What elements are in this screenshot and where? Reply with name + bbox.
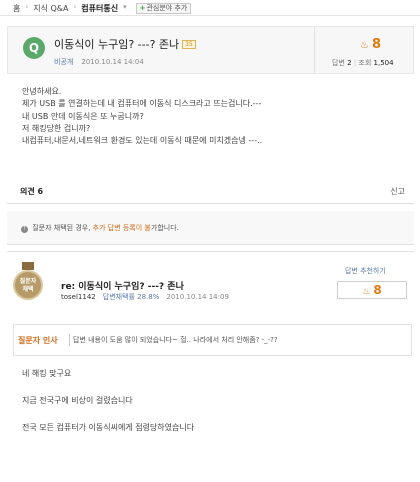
answer-adoption-rate: 답변채택률 28.8% — [102, 293, 160, 301]
question-score-value: 8 — [371, 37, 382, 52]
breadcrumb-qa[interactable]: 지식 Q&A — [33, 3, 68, 14]
asker-comment-text: 답변 내용이 도움 많이 되었습니다~ 헐.. 나라에서 처리 안해줌? -_-… — [73, 336, 278, 344]
question-title-text: 이동식이 누구임? ---? 존나 — [54, 38, 180, 51]
question-footer: 의견 6 신고 — [7, 184, 414, 204]
asker-comment: 질문자 인사 답변 내용이 도움 많이 되었습니다~ 헐.. 나라에서 처리 안… — [13, 324, 412, 356]
recommend-label: 답변 추천하기 — [345, 267, 386, 275]
answer-meta: tosel1142 답변채택률 28.8% 2010.10.14 14:09 — [61, 292, 229, 302]
question-stats: 답변 2 | 조회 1,504 — [332, 59, 394, 67]
question-score: ♨ 8 — [360, 37, 381, 52]
question-badge-icon: Q — [23, 37, 45, 59]
views-count: 1,504 — [373, 59, 394, 67]
medal-ribbon — [22, 262, 34, 270]
question-author: 비공개 — [54, 58, 74, 66]
notice-suffix: 가합니다. — [150, 224, 179, 232]
medal-line1: 질문자 — [19, 278, 37, 285]
answer-date: 2010.10.14 14:09 — [166, 293, 229, 301]
answer-body-line: 전국 모든 컴퓨터가 이동식씨에게 점령당하였습니다 — [22, 423, 195, 432]
answer-card: 질문자 채택 re: 이동식이 누구임? ---? 존나 tosel1142 답변채… — [7, 251, 414, 468]
divider — [69, 334, 70, 346]
opinions-link[interactable]: 의견 6 — [20, 186, 43, 197]
views-label: 조회 — [358, 59, 372, 67]
medal-coin: 질문자 채택 — [13, 270, 43, 300]
answer-body: 네 해킹 맞구요 지금 전국구에 비상이 걸렸습니다 전국 모든 컴퓨터가 이동… — [22, 368, 194, 449]
question-date: 2010.10.14 14:04 — [81, 58, 144, 66]
plus-icon: + — [139, 4, 146, 12]
info-icon: ! — [21, 226, 28, 233]
notice-prefix: 질문자 채택된 경우, — [32, 224, 91, 232]
breadcrumb-category[interactable]: 컴퓨터통신 — [81, 3, 118, 14]
recommend-count: 8 — [373, 283, 382, 297]
breadcrumb-home[interactable]: 홈 — [13, 3, 20, 14]
add-favorite-label: 관심분야 추가 — [146, 4, 188, 12]
answers-count: 2 — [347, 59, 352, 67]
question-body-line: 제가 USB 를 연결하는데 내 컴퓨터에 이동식 디스크라고 뜨는겁니다.--… — [22, 99, 262, 109]
add-favorite-button[interactable]: +관심분야 추가 — [135, 3, 192, 14]
answers-label: 답변 — [332, 59, 345, 67]
question-body-line: 안녕하세요. — [22, 87, 62, 96]
chevron-right-icon: › — [25, 3, 29, 11]
breadcrumb: 홈 › 지식 Q&A › 컴퓨터통신 ▾ +관심분야 추가 — [0, 0, 420, 16]
level-badge: 35 — [182, 40, 196, 49]
question-header: Q 이동식이 누구임? ---? 존나 35 비공개 2010.10.14 14:0… — [7, 26, 414, 74]
question-stats-panel: ♨ 8 답변 2 | 조회 1,504 — [314, 27, 414, 73]
question-body: 안녕하세요. 제가 USB 를 연결하는데 내 컴퓨터에 이동식 디스크라고 뜨… — [22, 86, 402, 147]
question-body-line: 내컴퓨터,내문서,네트워크 환경도 있는데 이동식 때문에 미치겠습넹 ---.… — [22, 136, 263, 146]
question-body-line: 저 해킹당한 겁니까? — [22, 123, 91, 133]
notice-highlight: 추가 답변 등록이 불 — [92, 224, 151, 232]
medal-line2: 채택 — [22, 286, 34, 293]
answer-author[interactable]: tosel1142 — [61, 293, 96, 301]
adoption-notice: ! 질문자 채택된 경우, 추가 답변 등록이 불가합니다. — [7, 211, 414, 245]
chevron-down-icon[interactable]: ▾ — [123, 3, 127, 11]
naver-points-icon: ♨ — [360, 40, 369, 51]
report-link[interactable]: 신고 — [390, 186, 405, 197]
naver-points-icon: ♨ — [362, 287, 371, 297]
question-title: 이동식이 누구임? ---? 존나 35 — [54, 36, 196, 52]
chevron-right-icon: › — [73, 3, 77, 11]
asker-comment-label: 질문자 인사 — [18, 336, 58, 345]
notice-text: ! 질문자 채택된 경우, 추가 답변 등록이 불가합니다. — [21, 223, 179, 233]
question-body-line: 내 USB 안데 이동식은 또 누굽니까? — [22, 111, 144, 121]
answer-title: re: 이동식이 누구임? ---? 존나 — [61, 282, 184, 292]
adopted-medal-icon: 질문자 채택 — [13, 262, 43, 304]
answer-body-line: 지금 전국구에 비상이 걸렸습니다 — [22, 396, 133, 405]
answer-body-line: 네 해킹 맞구요 — [22, 369, 72, 378]
recommend-button[interactable]: ♨ 8 — [337, 281, 407, 299]
question-meta: 비공개 2010.10.14 14:04 — [54, 57, 144, 67]
